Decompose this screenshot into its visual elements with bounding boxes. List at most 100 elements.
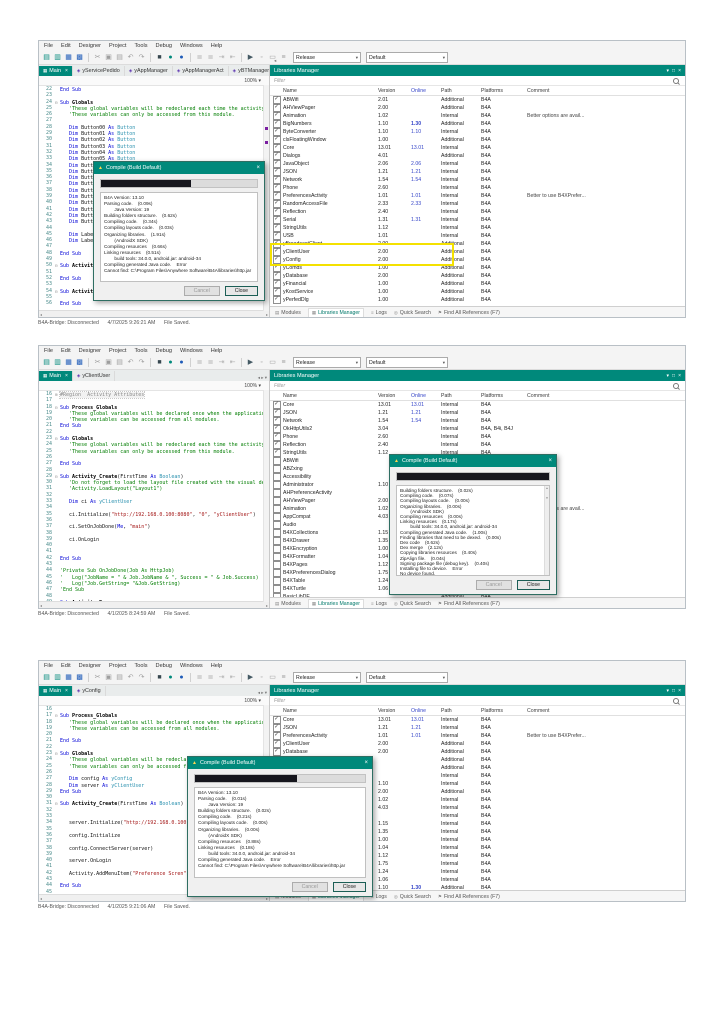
- library-checkbox[interactable]: [272, 481, 281, 489]
- filter-input[interactable]: Filter: [274, 78, 285, 84]
- library-checkbox[interactable]: [272, 585, 281, 593]
- editor-zoom-select[interactable]: 100% ▾: [244, 78, 261, 84]
- conditional-symbols-select[interactable]: Default ▾: [366, 52, 448, 63]
- redo-icon[interactable]: ↷: [137, 672, 146, 684]
- library-row[interactable]: ✓ JavaObject 2.06 2.06 Internal B4A: [270, 160, 685, 168]
- save-icon[interactable]: ▦: [64, 52, 73, 64]
- library-checkbox[interactable]: ✓: [272, 401, 281, 409]
- library-checkbox[interactable]: ✓: [272, 112, 281, 120]
- run-icon[interactable]: ▶: [246, 672, 255, 684]
- library-checkbox[interactable]: [272, 529, 281, 537]
- close-button[interactable]: Close: [332, 882, 366, 892]
- library-row[interactable]: ✓ PreferencesActivity 1.01 1.01 Internal B4A B…: [270, 192, 685, 200]
- menu-debug[interactable]: Debug: [156, 663, 172, 669]
- library-row[interactable]: ✓ ABWifi 2.01 Additional B4A: [270, 96, 685, 104]
- code-editor-pane[interactable]: ▦ Main × ◈ yClientUser ◂ ▸ ▾ 100% ▾ 16 ⊞ #Regio…: [39, 370, 270, 608]
- column-header-online[interactable]: Online: [411, 708, 441, 714]
- undo-icon[interactable]: ↶: [126, 357, 135, 369]
- column-header-platforms[interactable]: Platforms: [481, 88, 527, 94]
- designer-icon[interactable]: ▭: [268, 357, 277, 369]
- library-checkbox[interactable]: ✓: [272, 160, 281, 168]
- chevron-down-icon[interactable]: ▾: [667, 68, 670, 74]
- menu-edit[interactable]: Edit: [61, 348, 71, 354]
- column-header-path[interactable]: Path: [441, 393, 481, 399]
- menu-file[interactable]: File: [44, 43, 53, 49]
- bottom-tab-libraries-manager[interactable]: ▦Libraries Manager: [307, 308, 364, 317]
- library-checkbox[interactable]: ✓: [272, 192, 281, 200]
- library-row[interactable]: ✓ AHViewPager 2.00 Additional B4A: [270, 104, 685, 112]
- uncomment-icon[interactable]: ≣: [206, 357, 215, 369]
- library-checkbox[interactable]: ✓: [272, 724, 281, 732]
- close-panel-icon[interactable]: ×: [678, 373, 681, 379]
- library-checkbox[interactable]: ✓: [272, 224, 281, 232]
- menu-debug[interactable]: Debug: [156, 43, 172, 49]
- menu-file[interactable]: File: [44, 663, 53, 669]
- indent-icon[interactable]: ⇥: [217, 672, 226, 684]
- library-row[interactable]: ✓ yDatabase 2.00 Additional B4A: [270, 748, 685, 756]
- library-checkbox[interactable]: ✓: [272, 144, 281, 152]
- close-button[interactable]: Close: [224, 286, 258, 296]
- paste-icon[interactable]: ▤: [115, 672, 124, 684]
- library-checkbox[interactable]: ✓: [272, 176, 281, 184]
- run-icon[interactable]: ▶: [246, 52, 255, 64]
- menu-tools[interactable]: Tools: [134, 663, 147, 669]
- library-row[interactable]: ✓ yPerfedDlg 1.00 Additional B4A: [270, 296, 685, 304]
- library-checkbox[interactable]: ✓: [272, 748, 281, 756]
- menu-file[interactable]: File: [44, 348, 53, 354]
- editor-tab-yservicepedido[interactable]: ◈ yServicePedido: [73, 66, 125, 76]
- library-row[interactable]: ✓ Network 1.54 1.54 Internal B4A: [270, 176, 685, 184]
- library-checkbox[interactable]: [272, 521, 281, 529]
- cancel-button[interactable]: Cancel: [291, 882, 328, 892]
- library-checkbox[interactable]: ✓: [272, 433, 281, 441]
- library-checkbox[interactable]: ✓: [272, 120, 281, 128]
- scroll-right-icon[interactable]: ▸: [266, 312, 268, 317]
- library-row[interactable]: ✓ Core 13.01 13.01 Internal B4A: [270, 144, 685, 152]
- designer-icon[interactable]: ▭: [268, 672, 277, 684]
- code-editor[interactable]: 16 ⊞ #Region Activity Attributes 17 18 ⊟ Sub …: [39, 391, 269, 601]
- comment-icon[interactable]: ≣: [195, 52, 204, 64]
- scroll-right-icon[interactable]: ▸: [266, 603, 268, 608]
- stop-icon[interactable]: ■: [155, 357, 164, 369]
- column-header-comment[interactable]: Comment: [527, 708, 685, 714]
- bottom-tab-find-all-references-f7-[interactable]: ⚑ Find All References (F7): [438, 310, 500, 316]
- undo-icon[interactable]: ↶: [126, 672, 135, 684]
- editor-tab-main[interactable]: ▦ Main ×: [39, 66, 73, 76]
- library-checkbox[interactable]: [272, 473, 281, 481]
- menu-project[interactable]: Project: [109, 348, 126, 354]
- column-header-comment[interactable]: Comment: [527, 393, 685, 399]
- library-checkbox[interactable]: ✓: [272, 216, 281, 224]
- library-checkbox[interactable]: ✓: [272, 740, 281, 748]
- library-checkbox[interactable]: [272, 465, 281, 473]
- close-panel-icon[interactable]: ×: [678, 688, 681, 694]
- compile-icon[interactable]: ●: [166, 357, 175, 369]
- uncomment-icon[interactable]: ≣: [206, 672, 215, 684]
- library-row[interactable]: ✓ OkHttpUtils2 3.04 Internal B4A, B4i, B4J: [270, 425, 685, 433]
- comment-icon[interactable]: ≣: [195, 357, 204, 369]
- editor-horizontal-scrollbar[interactable]: ◂ ▸: [39, 601, 269, 608]
- library-checkbox[interactable]: [272, 569, 281, 577]
- bottom-tab-find-all-references-f7-[interactable]: ⚑ Find All References (F7): [438, 894, 500, 900]
- library-row[interactable]: ✓ yFinancial 1.00 Additional B4A: [270, 280, 685, 288]
- build-configuration-select[interactable]: Release ▾: [293, 357, 361, 368]
- close-dialog-icon[interactable]: ×: [548, 458, 552, 464]
- scroll-left-icon[interactable]: ◂: [40, 312, 42, 317]
- float-window-icon[interactable]: □: [672, 68, 675, 74]
- rebuild-icon[interactable]: ●: [177, 52, 186, 64]
- menu-project[interactable]: Project: [109, 43, 126, 49]
- undo-icon[interactable]: ↶: [126, 52, 135, 64]
- wireless-bridge-icon[interactable]: ◦: [257, 672, 266, 684]
- close-panel-icon[interactable]: ×: [678, 68, 681, 74]
- library-checkbox[interactable]: ✓: [272, 128, 281, 136]
- library-checkbox[interactable]: ✓: [272, 417, 281, 425]
- save-all-icon[interactable]: ▩: [75, 672, 84, 684]
- library-checkbox[interactable]: ✓: [272, 272, 281, 280]
- library-row[interactable]: ✓ Phone 2.60 Internal B4A: [270, 433, 685, 441]
- library-checkbox[interactable]: ✓: [272, 296, 281, 304]
- library-row[interactable]: ✓ Network 1.54 1.54 Internal B4A: [270, 417, 685, 425]
- library-checkbox[interactable]: ✓: [272, 409, 281, 417]
- library-checkbox[interactable]: [272, 489, 281, 497]
- close-button[interactable]: Close: [516, 580, 550, 590]
- bottom-tab-modules[interactable]: ▤Modules: [275, 601, 301, 607]
- column-header-platforms[interactable]: Platforms: [481, 708, 527, 714]
- column-header-comment[interactable]: Comment: [527, 88, 685, 94]
